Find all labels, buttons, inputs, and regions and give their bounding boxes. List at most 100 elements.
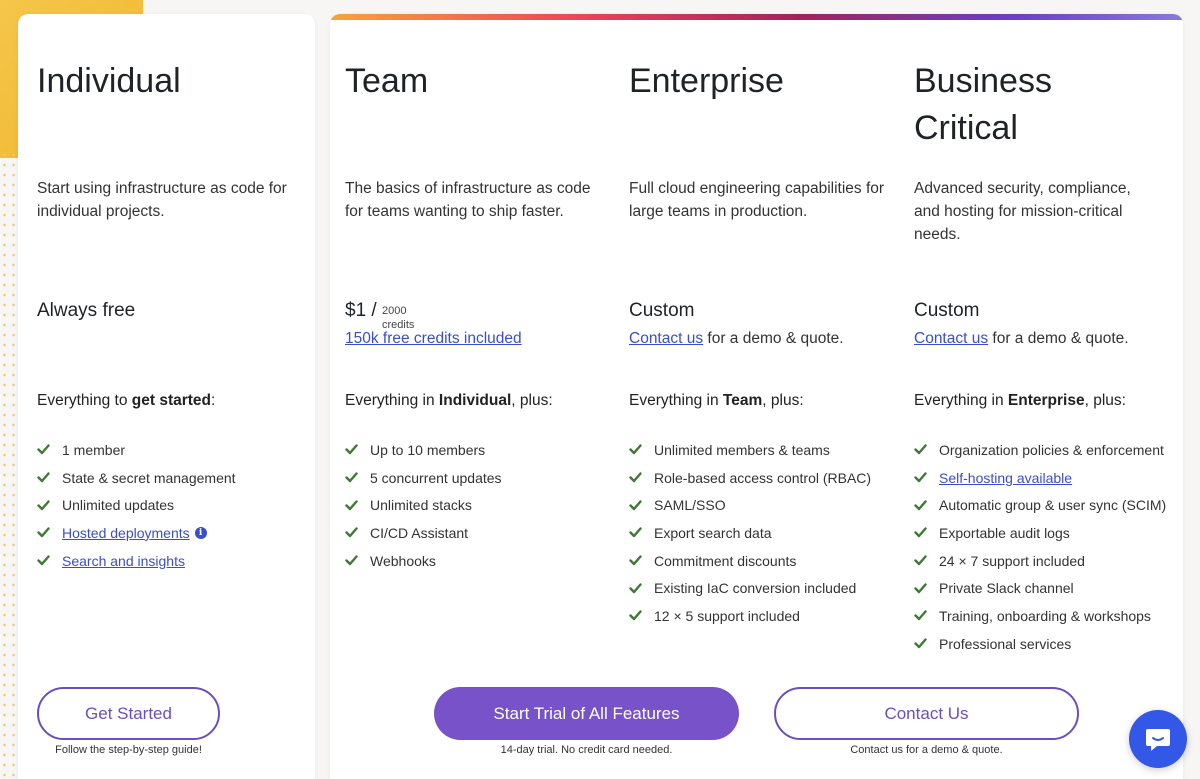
plan-name: Business Critical (914, 62, 1052, 147)
check-icon (914, 500, 939, 511)
contact-us-link[interactable]: Contact us (629, 330, 703, 347)
info-icon[interactable]: i (194, 526, 207, 539)
feature-list: Unlimited members & teams Role-based acce… (629, 436, 899, 630)
check-icon (345, 444, 370, 455)
check-icon (629, 527, 654, 538)
feature-list: Up to 10 members 5 concurrent updates Unli… (345, 436, 615, 574)
feature-item: Unlimited members & teams (629, 436, 899, 464)
gradient-top-bar (330, 14, 1183, 20)
feature-item: Professional services (914, 630, 1184, 658)
price-subtext: 150k free credits included (345, 330, 522, 348)
chat-widget-button[interactable] (1129, 710, 1187, 768)
feature-item: Unlimited updates (37, 491, 307, 519)
feature-item: Export search data (629, 519, 899, 547)
start-trial-button[interactable]: Start Trial of All Features (434, 687, 739, 740)
feature-item: State & secret management (37, 464, 307, 492)
check-icon (37, 444, 62, 455)
check-icon (914, 583, 939, 594)
price-subtext: Contact us for a demo & quote. (629, 330, 844, 348)
credits-number: 2000 (382, 305, 407, 317)
feature-label: State & secret management (62, 469, 236, 486)
plan-description: Advanced security, compliance, and hosti… (914, 180, 1131, 243)
check-icon (629, 610, 654, 621)
feature-item: Hosted deployments i (37, 519, 307, 547)
check-icon (914, 638, 939, 649)
plan-price: $1 / (345, 300, 377, 322)
feature-list: 1 member State & secret management Unlimit… (37, 436, 307, 574)
feature-label: Existing IaC conversion included (654, 580, 857, 597)
plan-price: Custom (914, 300, 980, 321)
feature-item: Role-based access control (RBAC) (629, 464, 899, 492)
features-heading: Everything in Enterprise, plus: (914, 392, 1126, 409)
check-icon (914, 444, 939, 455)
check-icon (914, 527, 939, 538)
plan-description: The basics of infrastructure as code for… (345, 180, 591, 220)
feature-label: Export search data (654, 524, 772, 541)
start-trial-caption: 14-day trial. No credit card needed. (500, 744, 673, 756)
free-credits-link[interactable]: 150k free credits included (345, 330, 522, 347)
feature-item: Automatic group & user sync (SCIM) (914, 491, 1184, 519)
get-started-button[interactable]: Get Started (37, 687, 220, 740)
contact-us-link[interactable]: Contact us (914, 330, 988, 347)
contact-suffix: for a demo & quote. (703, 330, 844, 347)
contact-suffix: for a demo & quote. (988, 330, 1129, 347)
check-icon (914, 472, 939, 483)
feature-link[interactable]: Hosted deployments (62, 525, 190, 541)
feature-item: CI/CD Assistant (345, 519, 615, 547)
feature-item: Existing IaC conversion included (629, 574, 899, 602)
feature-list: Organization policies & enforcement Self-… (914, 436, 1184, 658)
check-icon (629, 444, 654, 455)
feature-item: 5 concurrent updates (345, 464, 615, 492)
check-icon (37, 555, 62, 566)
check-icon (629, 500, 654, 511)
features-heading: Everything in Individual, plus: (345, 392, 553, 409)
feature-item: Up to 10 members (345, 436, 615, 464)
price-credits: 2000 credits (382, 304, 414, 332)
feature-link[interactable]: Search and insights (62, 553, 185, 569)
features-heading: Everything to get started: (37, 392, 216, 409)
price-subtext: Contact us for a demo & quote. (914, 330, 1129, 348)
chat-bubble-icon (1146, 729, 1170, 751)
feature-item: Self-hosting available (914, 464, 1184, 492)
check-icon (629, 583, 654, 594)
feature-label: Webhooks (370, 552, 436, 569)
check-icon (37, 472, 62, 483)
feature-item: Commitment discounts (629, 547, 899, 575)
feature-item: Private Slack channel (914, 574, 1184, 602)
feature-label: Organization policies & enforcement (939, 441, 1164, 458)
feature-label: Unlimited stacks (370, 497, 472, 514)
plan-price: Custom (629, 300, 695, 321)
feature-label: CI/CD Assistant (370, 524, 469, 541)
check-icon (345, 555, 370, 566)
feature-label: Automatic group & user sync (SCIM) (939, 497, 1167, 514)
feature-item: Search and insights (37, 547, 307, 575)
feature-item: Organization policies & enforcement (914, 436, 1184, 464)
check-icon (345, 500, 370, 511)
feature-label: Role-based access control (RBAC) (654, 469, 872, 486)
feature-label: Professional services (939, 635, 1072, 652)
feature-label: SAML/SSO (654, 497, 726, 514)
feature-label: Unlimited members & teams (654, 441, 830, 458)
feature-item: Exportable audit logs (914, 519, 1184, 547)
feature-item: SAML/SSO (629, 491, 899, 519)
feature-label: Unlimited updates (62, 497, 175, 514)
feature-link[interactable]: Self-hosting available (939, 470, 1072, 486)
feature-label: 12 × 5 support included (654, 607, 800, 624)
plan-description: Full cloud engineering capabilities for … (629, 180, 885, 220)
check-icon (345, 527, 370, 538)
check-icon (37, 500, 62, 511)
plan-name: Team (345, 62, 429, 100)
plan-price: Always free (37, 300, 136, 321)
feature-item: 12 × 5 support included (629, 602, 899, 630)
feature-item: 1 member (37, 436, 307, 464)
check-icon (629, 555, 654, 566)
features-heading: Everything in Team, plus: (629, 392, 804, 409)
feature-item: Webhooks (345, 547, 615, 575)
feature-item: 24 × 7 support included (914, 547, 1184, 575)
feature-item: Training, onboarding & workshops (914, 602, 1184, 630)
check-icon (629, 472, 654, 483)
feature-label: Exportable audit logs (939, 524, 1070, 541)
check-icon (37, 527, 62, 538)
contact-us-button[interactable]: Contact Us (774, 687, 1079, 740)
contact-us-caption: Contact us for a demo & quote. (850, 744, 1003, 756)
